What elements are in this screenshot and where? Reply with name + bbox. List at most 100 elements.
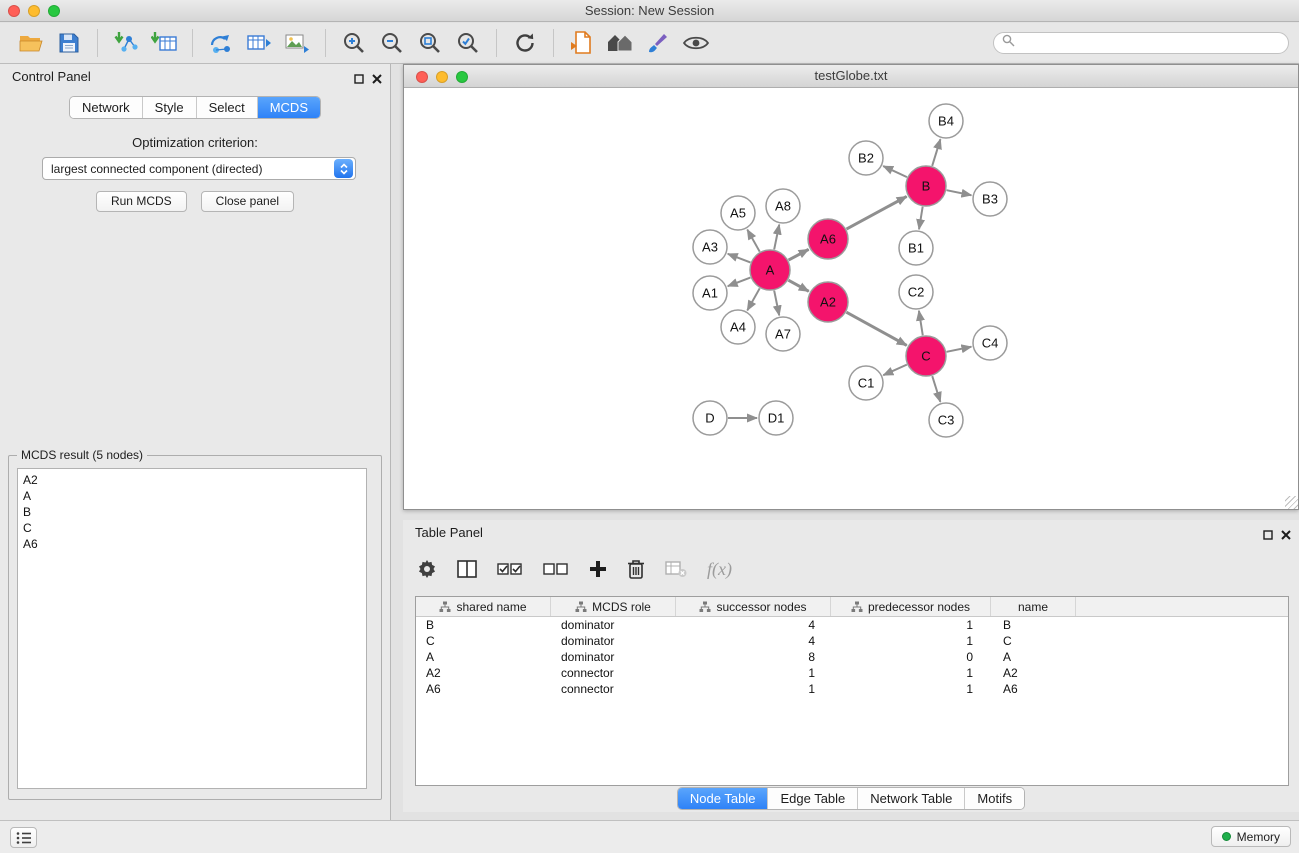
graph-node-C1[interactable]: C1 [849,366,883,400]
float-table-panel-icon[interactable] [1263,527,1273,545]
export-network-icon[interactable] [202,27,240,59]
add-column-icon[interactable] [589,560,607,578]
graph-node-C2[interactable]: C2 [899,275,933,309]
graph-edge-A6-B[interactable] [846,196,906,229]
graph-edge-A-A2[interactable] [788,280,808,291]
graph-node-C4[interactable]: C4 [973,326,1007,360]
table-row[interactable]: A6connector11A6 [416,681,1288,697]
criterion-dropdown[interactable]: largest connected component (directed) [42,157,356,180]
tab-network[interactable]: Network [70,97,143,118]
graph-edge-B-B3[interactable] [947,190,972,195]
graph-node-C3[interactable]: C3 [929,403,963,437]
graph-node-A3[interactable]: A3 [693,230,727,264]
minimize-window-button[interactable] [28,5,40,17]
graph-node-D1[interactable]: D1 [759,401,793,435]
graph-edge-B-B2[interactable] [883,166,907,177]
show-panels-button[interactable] [10,827,37,848]
graph-edge-A-A8[interactable] [774,225,779,250]
refresh-layout-icon[interactable] [506,27,544,59]
float-panel-icon[interactable] [354,71,364,89]
show-hide-eye-icon[interactable] [677,27,715,59]
graph-node-B1[interactable]: B1 [899,231,933,265]
search-input[interactable] [1020,35,1280,51]
network-window-titlebar[interactable]: testGlobe.txt [404,65,1298,88]
graph-edge-C-C4[interactable] [947,347,972,352]
zoom-in-icon[interactable] [335,27,373,59]
graph-node-A8[interactable]: A8 [766,189,800,223]
delete-column-icon[interactable] [627,559,645,579]
resize-grip[interactable] [1285,496,1298,509]
graph-node-A1[interactable]: A1 [693,276,727,310]
table-row[interactable]: Cdominator41C [416,633,1288,649]
column-header-successor-nodes[interactable]: successor nodes [676,597,831,616]
graph-edge-B-B4[interactable] [932,139,940,166]
graph-edge-A-A6[interactable] [789,249,809,260]
close-panel-icon[interactable] [372,71,382,89]
network-zoom-button[interactable] [456,71,468,83]
zoom-selected-icon[interactable] [449,27,487,59]
network-canvas[interactable]: B4 B2 B B3 A5 A8A6 B1 A3 A C2 A1 A2 A4 A7 C4 C C1 C3 D D1 [404,88,1298,509]
graph-edge-C-C3[interactable] [932,376,940,402]
memory-button[interactable]: Memory [1211,826,1291,847]
home-view-icon[interactable] [601,27,639,59]
run-mcds-button[interactable]: Run MCDS [96,191,187,212]
graph-edge-B-B1[interactable] [919,207,923,230]
graph-node-A[interactable]: A [750,250,790,290]
tab-select[interactable]: Select [197,97,258,118]
close-table-panel-icon[interactable] [1281,527,1291,545]
graph-edge-A-A4[interactable] [747,288,759,310]
network-graph[interactable]: B4 B2 B B3 A5 A8A6 B1 A3 A C2 A1 A2 A4 A7 C4 C C1 C3 D D1 [404,88,1298,509]
graph-edge-A-A1[interactable] [728,278,751,287]
open-session-icon[interactable] [12,27,50,59]
mcds-result-list[interactable]: A2ABCA6 [17,468,367,789]
tab-edge-table[interactable]: Edge Table [768,788,858,809]
column-header-name[interactable]: name [991,597,1076,616]
graph-edge-A2-C[interactable] [846,312,906,345]
graph-edge-A-A3[interactable] [728,254,751,263]
graph-edge-A-A5[interactable] [747,230,759,252]
graph-node-B2[interactable]: B2 [849,141,883,175]
network-minimize-button[interactable] [436,71,448,83]
table-row[interactable]: Bdominator41B [416,617,1288,633]
table-settings-gear-icon[interactable] [417,559,437,579]
graph-edge-C-C1[interactable] [883,365,907,376]
deselect-all-icon[interactable] [543,560,569,578]
search-field[interactable] [993,32,1289,54]
graph-node-B4[interactable]: B4 [929,104,963,138]
table-row[interactable]: A2connector11A2 [416,665,1288,681]
zoom-window-button[interactable] [48,5,60,17]
close-window-button[interactable] [8,5,20,17]
column-header-mcds-role[interactable]: MCDS role [551,597,676,616]
graph-node-D[interactable]: D [693,401,727,435]
delete-table-icon[interactable] [665,560,687,578]
open-document-icon[interactable] [563,27,601,59]
zoom-out-icon[interactable] [373,27,411,59]
graph-node-A7[interactable]: A7 [766,317,800,351]
import-table-icon[interactable] [145,27,183,59]
graph-node-A4[interactable]: A4 [721,310,755,344]
tab-node-table[interactable]: Node Table [678,788,769,809]
column-header-predecessor-nodes[interactable]: predecessor nodes [831,597,991,616]
graph-edge-C-C2[interactable] [919,311,923,335]
save-session-icon[interactable] [50,27,88,59]
graph-node-A2[interactable]: A2 [808,282,848,322]
tab-network-table[interactable]: Network Table [858,788,965,809]
graph-node-A5[interactable]: A5 [721,196,755,230]
style-brush-icon[interactable] [639,27,677,59]
export-table-icon[interactable] [240,27,278,59]
graph-node-B3[interactable]: B3 [973,182,1007,216]
graph-node-B[interactable]: B [906,166,946,206]
zoom-fit-icon[interactable] [411,27,449,59]
graph-node-C[interactable]: C [906,336,946,376]
tab-style[interactable]: Style [143,97,197,118]
show-columns-icon[interactable] [457,559,477,579]
graph-node-A6[interactable]: A6 [808,219,848,259]
select-all-icon[interactable] [497,560,523,578]
network-close-button[interactable] [416,71,428,83]
close-panel-button[interactable]: Close panel [201,191,294,212]
export-image-icon[interactable] [278,27,316,59]
import-network-icon[interactable] [107,27,145,59]
tab-motifs[interactable]: Motifs [965,788,1024,809]
graph-edge-A-A7[interactable] [774,291,779,316]
tab-mcds[interactable]: MCDS [258,97,320,118]
